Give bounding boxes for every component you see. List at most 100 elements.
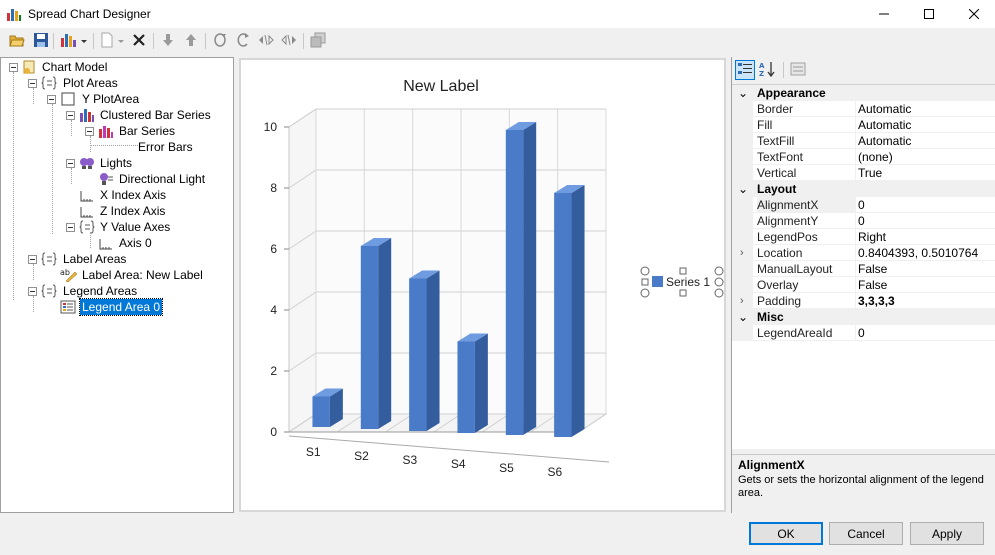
minimize-icon [879,9,889,19]
property-grid-list[interactable]: ⌄ Appearance Border Automatic Fill Autom… [732,84,995,449]
light-icon [98,171,114,187]
tree-item-y-plotarea[interactable]: Y PlotArea [1,91,233,107]
category-appearance[interactable]: ⌄ Appearance [732,85,995,101]
apply-button[interactable]: Apply [910,522,984,545]
tree-item-bar-series[interactable]: Bar Series [1,123,233,139]
tree-item-lights[interactable]: Lights [1,155,233,171]
category-layout[interactable]: ⌄ Layout [732,181,995,197]
tree-item-plot-areas[interactable]: Plot Areas [1,75,233,91]
property-legendpos[interactable]: LegendPos Right [732,229,995,245]
tree-item-legend-area-0[interactable]: Legend Area 0 [1,298,233,316]
bar-chart-icon [98,123,114,139]
tree-item-axis-0[interactable]: Axis 0 [1,235,233,251]
chart-model-tree[interactable]: Chart Model Plot Areas Y PlotArea Cluste… [0,57,234,513]
chart-type-dropdown[interactable] [78,31,90,51]
move-up-button[interactable] [181,31,201,51]
categorized-button[interactable] [735,60,755,80]
move-down-icon [162,33,174,50]
new-item-button[interactable] [97,31,117,51]
svg-text:ab: ab [60,268,70,277]
property-manuallayout[interactable]: ManualLayout False [732,261,995,277]
tree-expander[interactable] [28,79,37,88]
selection-handle [679,289,687,297]
tree-item-y-value-axes[interactable]: Y Value Axes [1,219,233,235]
category-misc[interactable]: ⌄ Misc [732,309,995,325]
property-overlay[interactable]: Overlay False [732,277,995,293]
property-textfill[interactable]: TextFill Automatic [732,133,995,149]
rotate-right-button[interactable] [279,31,299,51]
new-item-dropdown[interactable] [116,31,126,51]
close-button[interactable] [951,0,995,28]
selection-handle [679,267,687,275]
tree-expander[interactable] [66,111,75,120]
tree-item-label: Lights [100,156,133,170]
tree-expander[interactable] [28,287,37,296]
alphabetical-button[interactable]: AZ [758,60,778,80]
property-legendareaid[interactable]: LegendAreaId 0 [732,325,995,341]
property-vertical[interactable]: Vertical True [732,165,995,181]
collapse-icon: ⌄ [738,310,749,324]
toolbar-separator [783,62,784,78]
rotate-left-button[interactable] [256,31,276,51]
ok-button[interactable]: OK [749,522,823,545]
property-alignmentx[interactable]: AlignmentX 0 [732,197,995,213]
tree-expander[interactable] [28,255,37,264]
property-padding[interactable]: › Padding 3,3,3,3 [732,293,995,309]
property-textfont[interactable]: TextFont (none) [732,149,995,165]
save-button[interactable] [31,31,51,51]
bar-chart[interactable]: New Label 0 2 4 6 8 10 S1 S2 S3 S4 S5 S6 Series 1 [241,60,724,510]
expand-icon[interactable]: › [740,245,744,261]
move-down-button[interactable] [158,31,178,51]
tree-item-x-index-axis[interactable]: X Index Axis [1,187,233,203]
toolbar-separator [205,33,206,49]
rotate-y-button[interactable] [233,31,253,51]
tree-item-label: Clustered Bar Series [100,108,211,122]
svg-text:A: A [759,62,765,70]
tree-item-label-area[interactable]: ab Label Area: New Label [1,267,233,283]
tree-expander[interactable] [9,63,18,72]
new-item-icon [99,32,115,51]
alphabetical-icon: AZ [759,61,777,80]
tree-item-label: Label Areas [63,252,127,266]
bar-front [457,341,475,433]
move-up-icon [185,33,197,50]
maximize-button[interactable] [906,0,952,28]
rotate-x-button[interactable] [210,31,230,51]
tree-item-legend-areas[interactable]: Legend Areas [1,283,233,299]
tree-item-directional-light[interactable]: Directional Light [1,171,233,187]
y-tick-label: 10 [264,120,278,134]
property-fill[interactable]: Fill Automatic [732,117,995,133]
tree-item-label: Legend Area 0 [78,298,164,316]
tree-item-label: Plot Areas [63,76,118,90]
x-tick-label: S2 [354,449,369,463]
window-title: Spread Chart Designer [28,7,151,21]
cancel-button[interactable]: Cancel [829,522,903,545]
tree-expander[interactable] [47,95,56,104]
toolbar [0,28,995,54]
chart-preview[interactable]: New Label 0 2 4 6 8 10 S1 S2 S3 S4 S5 S6 Series 1 [239,58,726,512]
tree-expander[interactable] [85,127,94,136]
tree-item-clustered-bar-series[interactable]: Clustered Bar Series [1,107,233,123]
copy-button[interactable] [308,31,328,51]
property-pages-button[interactable] [788,60,808,80]
tree-expander[interactable] [66,159,75,168]
open-button[interactable] [7,31,27,51]
tree-expander[interactable] [66,223,75,232]
tree-item-error-bars[interactable]: Error Bars [1,139,233,155]
y-tick-label: 4 [270,303,277,317]
svg-text:Z: Z [759,70,764,77]
bar-side [378,238,392,429]
bar-front [409,278,427,431]
chart-type-button[interactable] [59,31,79,51]
tree-item-label: Y PlotArea [82,92,140,106]
property-border[interactable]: Border Automatic [732,101,995,117]
tree-item-z-index-axis[interactable]: Z Index Axis [1,203,233,219]
side-wall [288,108,317,433]
expand-icon[interactable]: › [740,293,744,309]
delete-button[interactable] [129,31,149,51]
tree-item-label-areas[interactable]: Label Areas [1,251,233,267]
tree-item-chart-model[interactable]: Chart Model [1,59,233,75]
property-location[interactable]: › Location 0.8404393, 0.5010764 [732,245,995,261]
property-alignmenty[interactable]: AlignmentY 0 [732,213,995,229]
minimize-button[interactable] [861,0,907,28]
